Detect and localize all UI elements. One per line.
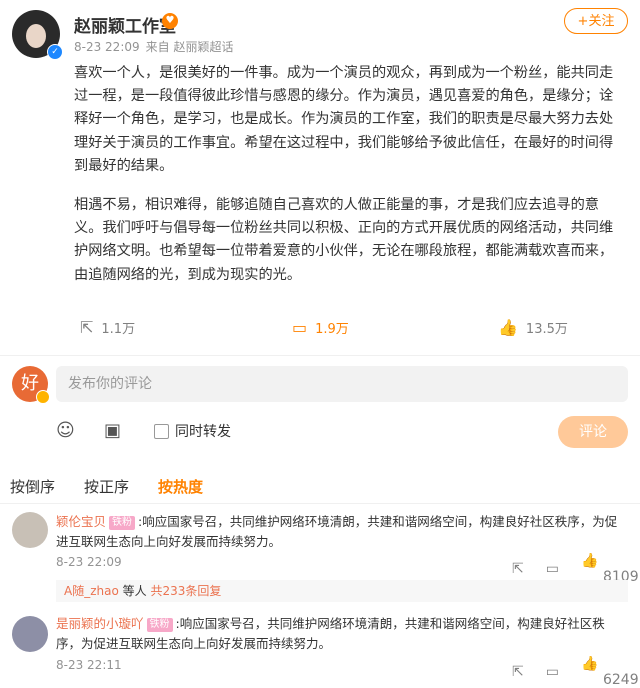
comment-icon[interactable]: ▭ bbox=[546, 561, 559, 577]
author-name[interactable]: 赵丽颖工作室 bbox=[74, 12, 176, 37]
comment-input[interactable]: 发布你的评论 bbox=[56, 366, 628, 402]
post-meta: 8-23 22:09 来自 赵丽颖超话 bbox=[74, 38, 233, 55]
comment-body: 颖伦宝贝 铁粉:响应国家号召，共同维护网络环境清朗，共建和谐网络空间，构建良好社区… bbox=[56, 512, 628, 552]
reply-user[interactable]: A随_zhao bbox=[64, 584, 119, 598]
reply-summary[interactable]: A随_zhao 等人 共233条回复 bbox=[56, 580, 628, 602]
like-count: 13.5万 bbox=[525, 322, 568, 337]
repost-action[interactable]: ⇱ 1.1万 bbox=[80, 318, 135, 337]
verified-badge-icon: ✓ bbox=[47, 44, 63, 60]
sort-hot[interactable]: 按热度 bbox=[158, 476, 203, 497]
checkbox-box[interactable] bbox=[154, 423, 169, 439]
comment-icon[interactable]: ▭ bbox=[546, 664, 559, 680]
post-paragraph: 相遇不易，相识难得，能够追随自己喜欢的人做正能量的事，才是我们应去追寻的意义。我… bbox=[74, 197, 614, 283]
post-source[interactable]: 来自 赵丽颖超话 bbox=[146, 40, 234, 54]
fan-badge: 铁粉 bbox=[146, 618, 173, 632]
repost-checkbox[interactable]: 同时转发 bbox=[154, 421, 231, 441]
share-icon[interactable]: ⇱ bbox=[512, 664, 524, 680]
comment-count: 1.9万 bbox=[315, 322, 349, 337]
repost-label: 同时转发 bbox=[175, 424, 231, 440]
commenter-avatar[interactable] bbox=[12, 512, 48, 548]
post-content: 喜欢一个人，是很美好的一件事。成为一个演员的观众，再到成为一个粉丝，能共同走过一… bbox=[74, 62, 626, 303]
comment-action[interactable]: ▭ 1.9万 bbox=[292, 318, 349, 337]
post-paragraph: 喜欢一个人，是很美好的一件事。成为一个演员的观众，再到成为一个粉丝，能共同走过一… bbox=[74, 65, 614, 174]
share-icon[interactable]: ⇱ bbox=[512, 561, 524, 577]
follow-button[interactable]: +关注 bbox=[564, 8, 628, 34]
comment-like-count: 6249 bbox=[602, 672, 639, 688]
image-icon[interactable]: ▣ bbox=[104, 420, 121, 441]
fan-badge: 铁粉 bbox=[109, 516, 136, 530]
comment-time: 8-23 22:11 bbox=[56, 658, 122, 672]
repost-count: 1.1万 bbox=[101, 322, 136, 337]
submit-comment-button[interactable]: 评论 bbox=[558, 416, 628, 448]
fan-level-icon: ♥ bbox=[162, 13, 178, 29]
like-action[interactable]: 👍 13.5万 bbox=[498, 318, 568, 337]
comment-text: :响应国家号召，共同维护网络环境清朗，共建和谐网络空间，构建良好社区秩序，为促进… bbox=[56, 514, 618, 549]
reply-more-link[interactable]: 共233条回复 bbox=[150, 584, 221, 598]
comment-icon: ▭ bbox=[292, 318, 308, 337]
emoji-icon[interactable]: ☺ bbox=[56, 420, 75, 441]
sort-reverse[interactable]: 按倒序 bbox=[10, 476, 55, 497]
sort-forward[interactable]: 按正序 bbox=[84, 476, 129, 497]
comment-body: 是丽颖的小璇吖 铁粉:响应国家号召，共同维护网络环境清朗，共建和谐网络空间，构建良… bbox=[56, 614, 628, 654]
divider bbox=[0, 355, 640, 356]
like-icon[interactable]: 👍 6249 bbox=[581, 656, 640, 688]
like-icon: 👍 bbox=[498, 318, 518, 337]
repost-icon: ⇱ bbox=[80, 318, 94, 337]
commenter-name[interactable]: 颖伦宝贝 bbox=[56, 514, 106, 529]
commenter-avatar[interactable] bbox=[12, 616, 48, 652]
comment-time: 8-23 22:09 bbox=[56, 555, 122, 569]
post-time[interactable]: 8-23 22:09 bbox=[74, 40, 140, 54]
comment-actions: ⇱ ▭ 👍 6249 bbox=[490, 656, 640, 688]
reply-mid: 等人 bbox=[118, 584, 151, 598]
divider bbox=[0, 503, 640, 504]
user-badge-icon bbox=[36, 390, 50, 404]
commenter-name[interactable]: 是丽颖的小璇吖 bbox=[56, 616, 144, 631]
